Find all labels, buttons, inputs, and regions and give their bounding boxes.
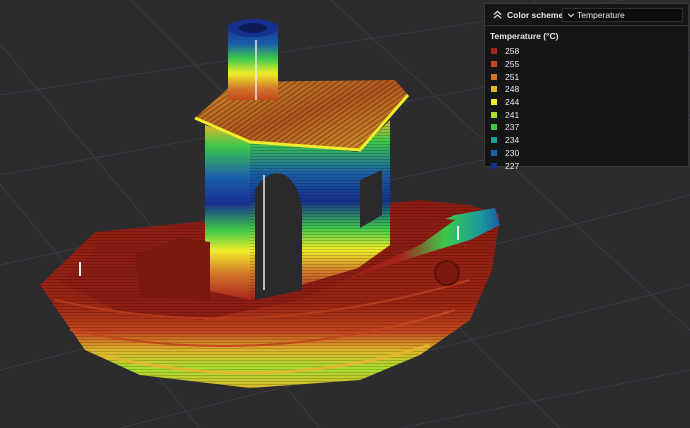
legend-item-label: 227	[505, 160, 520, 171]
legend-item: 248	[485, 83, 688, 96]
legend-item: 234	[485, 134, 688, 147]
boat-model[interactable]	[40, 19, 500, 388]
legend-item-label: 237	[505, 122, 520, 133]
legend-swatch	[491, 73, 497, 80]
porthole	[434, 260, 460, 286]
legend-item: 251	[485, 70, 688, 83]
legend-item-label: 244	[505, 97, 520, 108]
legend-swatch	[491, 149, 497, 156]
legend-item: 258	[485, 45, 688, 58]
chevron-down-icon	[565, 9, 577, 21]
legend-swatch	[491, 162, 497, 169]
legend-swatch	[491, 48, 497, 55]
legend-header: Color scheme Temperature	[485, 4, 688, 26]
chevron-up-icon[interactable]	[490, 8, 504, 22]
legend-item-label: 258	[505, 46, 520, 57]
legend-item: 255	[485, 58, 688, 71]
legend-swatch	[491, 61, 497, 68]
legend-item: 230	[485, 147, 688, 160]
color-scheme-value: Temperature	[577, 10, 625, 20]
legend-item: 237	[485, 121, 688, 134]
color-scheme-label: Color scheme	[507, 9, 564, 20]
legend-item-label: 241	[505, 109, 520, 120]
legend-item: 244	[485, 96, 688, 109]
legend-swatch	[491, 124, 497, 131]
legend-swatch	[491, 99, 497, 106]
legend-title: Temperature (°C)	[490, 31, 559, 41]
legend-item-label: 230	[505, 147, 520, 158]
legend-item-label: 234	[505, 135, 520, 146]
legend-item-label: 251	[505, 71, 520, 82]
cabin-left-wall	[205, 125, 250, 300]
legend-swatch	[491, 111, 497, 118]
legend-swatch	[491, 86, 497, 93]
legend-item: 227	[485, 159, 688, 172]
legend-item: 241	[485, 108, 688, 121]
legend-item-label: 248	[505, 84, 520, 95]
legend-list: 258 255 251 248 244 241 237 234 230 227	[485, 45, 688, 172]
legend-item-label: 255	[505, 59, 520, 70]
legend-swatch	[491, 137, 497, 144]
color-scheme-select[interactable]: Temperature	[562, 8, 683, 22]
legend-panel: Color scheme Temperature Temperature (°C…	[484, 3, 689, 171]
cabin-door	[255, 173, 302, 300]
